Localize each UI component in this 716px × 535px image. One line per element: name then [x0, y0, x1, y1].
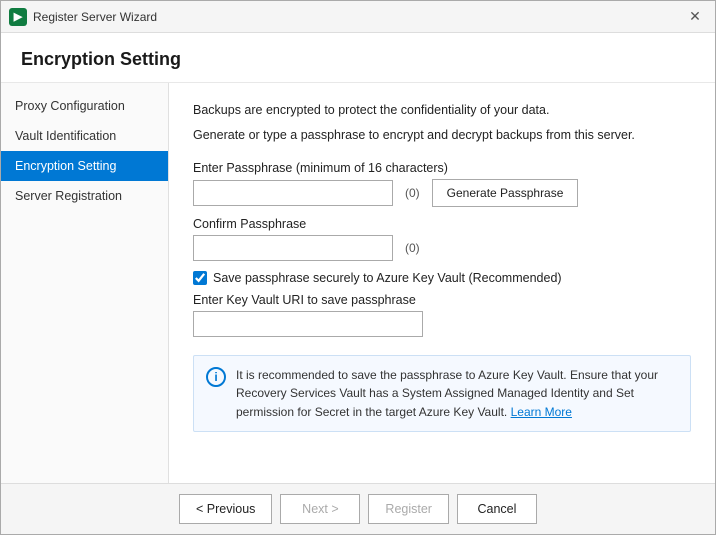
- vault-uri-label: Enter Key Vault URI to save passphrase: [193, 293, 691, 307]
- save-keyvault-label[interactable]: Save passphrase securely to Azure Key Va…: [213, 271, 562, 285]
- title-bar-left: ▶ Register Server Wizard: [9, 8, 157, 26]
- body: Proxy Configuration Vault Identification…: [1, 83, 715, 483]
- vault-uri-group: Enter Key Vault URI to save passphrase: [193, 293, 691, 337]
- passphrase-input[interactable]: [193, 180, 393, 206]
- vault-uri-input[interactable]: [193, 311, 423, 337]
- form-section: Enter Passphrase (minimum of 16 characte…: [193, 161, 691, 433]
- save-keyvault-checkbox[interactable]: [193, 271, 207, 285]
- confirm-passphrase-input[interactable]: [193, 235, 393, 261]
- page-title: Encryption Setting: [1, 33, 715, 83]
- sidebar-item-proxy-configuration[interactable]: Proxy Configuration: [1, 91, 168, 121]
- confirm-row: (0): [193, 235, 691, 261]
- window-title: Register Server Wizard: [33, 10, 157, 24]
- close-button[interactable]: ✕: [683, 5, 707, 29]
- footer: < Previous Next > Register Cancel: [1, 483, 715, 534]
- save-keyvault-row: Save passphrase securely to Azure Key Va…: [193, 271, 691, 285]
- description-1: Backups are encrypted to protect the con…: [193, 101, 691, 120]
- register-button[interactable]: Register: [368, 494, 449, 524]
- sidebar-item-encryption-setting[interactable]: Encryption Setting: [1, 151, 168, 181]
- confirm-counter: (0): [405, 241, 420, 255]
- learn-more-link[interactable]: Learn More: [511, 405, 572, 419]
- description-2: Generate or type a passphrase to encrypt…: [193, 126, 691, 145]
- generate-passphrase-button[interactable]: Generate Passphrase: [432, 179, 579, 207]
- info-icon: i: [206, 367, 226, 387]
- app-icon: ▶: [9, 8, 27, 26]
- confirm-passphrase-group: Confirm Passphrase (0): [193, 217, 691, 261]
- passphrase-counter: (0): [405, 186, 420, 200]
- wizard-window: ▶ Register Server Wizard ✕ Encryption Se…: [0, 0, 716, 535]
- confirm-label: Confirm Passphrase: [193, 217, 691, 231]
- sidebar: Proxy Configuration Vault Identification…: [1, 83, 169, 483]
- passphrase-row: (0) Generate Passphrase: [193, 179, 691, 207]
- sidebar-item-server-registration[interactable]: Server Registration: [1, 181, 168, 211]
- title-bar: ▶ Register Server Wizard ✕: [1, 1, 715, 33]
- cancel-button[interactable]: Cancel: [457, 494, 537, 524]
- passphrase-label: Enter Passphrase (minimum of 16 characte…: [193, 161, 691, 175]
- content-area: Backups are encrypted to protect the con…: [169, 83, 715, 483]
- next-button[interactable]: Next >: [280, 494, 360, 524]
- sidebar-item-vault-identification[interactable]: Vault Identification: [1, 121, 168, 151]
- passphrase-group: Enter Passphrase (minimum of 16 characte…: [193, 161, 691, 207]
- info-text: It is recommended to save the passphrase…: [236, 366, 678, 422]
- info-box: i It is recommended to save the passphra…: [193, 355, 691, 433]
- previous-button[interactable]: < Previous: [179, 494, 272, 524]
